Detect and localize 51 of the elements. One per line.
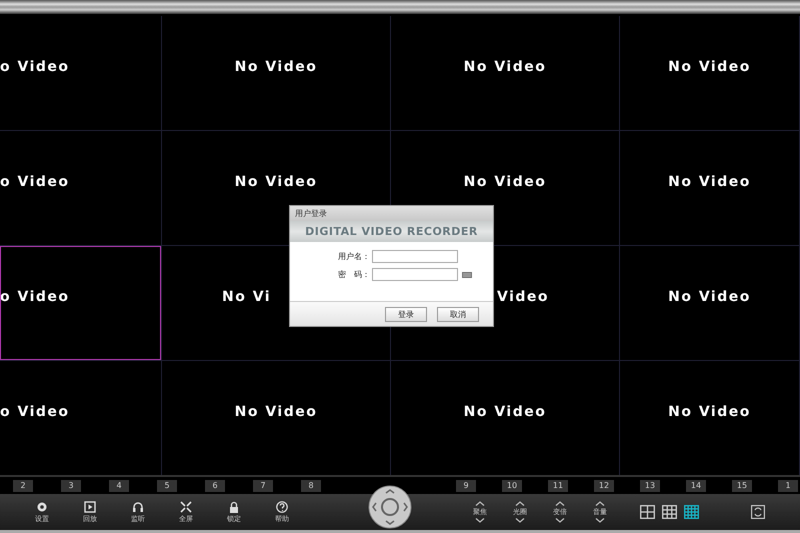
cancel-button[interactable]: 取消	[437, 306, 479, 322]
no-video-text: o Video	[0, 289, 70, 305]
channel-number[interactable]: 6	[205, 480, 225, 492]
channel-number[interactable]: 1	[778, 480, 798, 492]
login-button[interactable]: 登录	[385, 306, 427, 322]
lock-icon	[228, 500, 240, 512]
fullscreen-icon	[180, 500, 192, 512]
ptz-joystick[interactable]	[368, 485, 412, 529]
channel-number[interactable]: 7	[253, 480, 273, 492]
layout-grid-icon[interactable]	[684, 505, 699, 519]
no-video-text: No Video	[464, 59, 546, 75]
no-video-text: No Video	[668, 59, 751, 75]
channel-number[interactable]: 2	[13, 480, 33, 492]
banner-title: DIGITAL VIDEO RECORDER	[290, 221, 493, 242]
no-video-text: No Video	[464, 404, 546, 420]
channel-number[interactable]: 8	[301, 480, 321, 492]
settings-icon	[36, 500, 48, 512]
channel-number[interactable]: 3	[61, 480, 81, 492]
password-label: 密 码：	[337, 269, 370, 280]
channel-number[interactable]: 4	[109, 480, 129, 492]
no-video-text: No Vi	[222, 289, 272, 305]
playback-icon	[84, 500, 96, 512]
password-field[interactable]	[372, 268, 458, 281]
channel-number[interactable]: 10	[502, 480, 522, 492]
channel-number[interactable]: 13	[640, 480, 660, 492]
no-video-text: o Video	[0, 59, 70, 75]
channel-number[interactable]: 15	[732, 480, 752, 492]
no-video-text: No Video	[234, 404, 318, 420]
username-field[interactable]	[372, 250, 458, 263]
no-video-text: No Video	[234, 174, 318, 190]
no-video-text: Video	[497, 289, 550, 305]
headphones-icon	[132, 500, 144, 512]
no-video-text: No Video	[234, 59, 318, 75]
layout-grid-icon[interactable]	[662, 505, 677, 519]
no-video-text: o Video	[0, 404, 70, 420]
no-video-text: No Video	[668, 174, 751, 190]
channel-number[interactable]: 14	[686, 480, 706, 492]
channel-number[interactable]: 11	[548, 480, 568, 492]
no-video-text: o Video	[0, 174, 70, 190]
channel-number[interactable]: 12	[594, 480, 614, 492]
username-label: 用户名：	[337, 251, 370, 262]
channel-number[interactable]: 5	[157, 480, 177, 492]
no-video-text: No Video	[668, 404, 751, 420]
help-icon	[276, 500, 288, 512]
dialog-title: 用户登录	[290, 206, 493, 221]
layout-grid-icon[interactable]	[640, 505, 655, 519]
refresh-icon[interactable]	[751, 505, 765, 519]
keyboard-icon[interactable]	[462, 272, 472, 278]
no-video-text: No Video	[464, 174, 546, 190]
no-video-text: No Video	[668, 289, 751, 305]
channel-number[interactable]: 9	[456, 480, 476, 492]
